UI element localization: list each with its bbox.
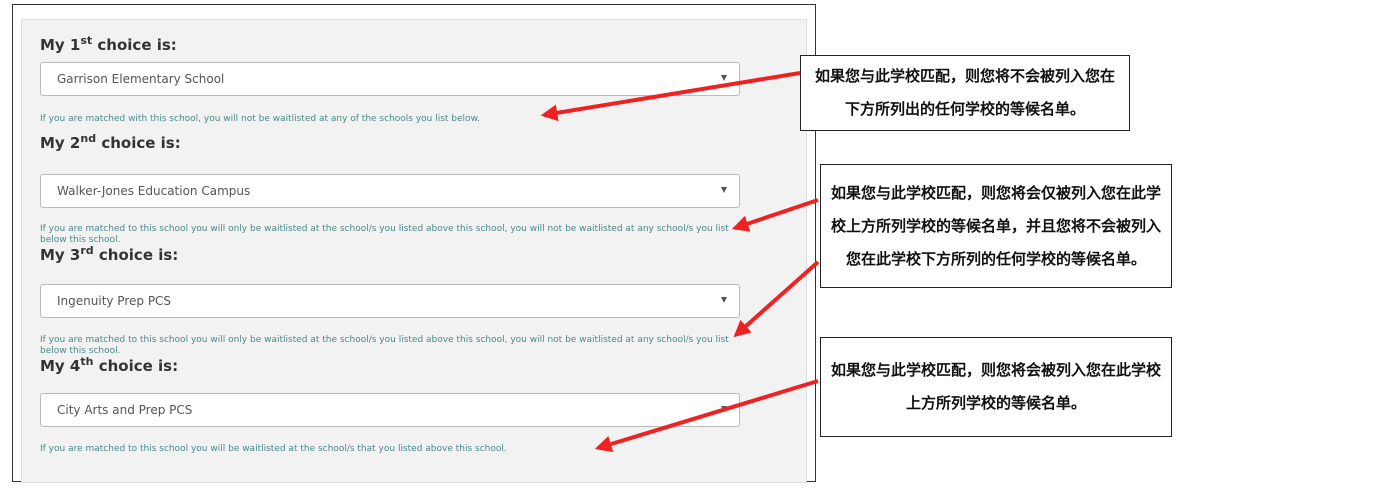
arrow-choice-4 bbox=[594, 379, 819, 453]
arrow-choice-3 bbox=[733, 260, 820, 338]
callout-arrows bbox=[540, 71, 820, 453]
arrow-choice-1 bbox=[540, 71, 801, 122]
arrow-choice-2 bbox=[731, 198, 819, 232]
